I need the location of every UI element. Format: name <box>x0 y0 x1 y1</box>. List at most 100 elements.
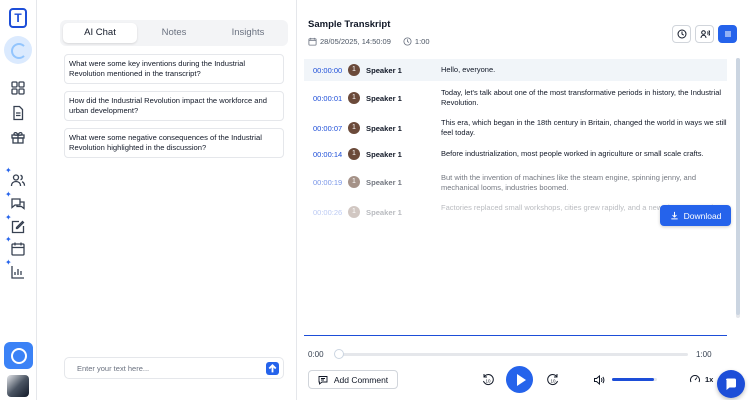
left-rail: T ✦ ✦ ✦ ✦ ✦ <box>0 0 37 400</box>
speaker-name[interactable]: Speaker 1 <box>366 94 402 103</box>
speaker-name[interactable]: Speaker 1 <box>366 66 402 75</box>
suggested-question[interactable]: How did the Industrial Revolution impact… <box>64 91 284 121</box>
sparkle-icon: ✦ <box>5 166 12 175</box>
svg-text:10: 10 <box>551 379 557 384</box>
timestamp[interactable]: 00:00:19 <box>313 178 342 187</box>
add-comment-button[interactable]: Add Comment <box>308 370 398 389</box>
panel-tabs: AI Chat Notes Insights <box>60 20 288 46</box>
seek-bar[interactable] <box>336 353 688 356</box>
suggested-question[interactable]: What were some key inventions during the… <box>64 54 284 84</box>
speaker-badge: 1 <box>348 206 360 218</box>
volume-icon[interactable] <box>593 374 605 386</box>
play-button[interactable] <box>506 366 533 393</box>
add-comment-label: Add Comment <box>333 374 389 385</box>
timestamp[interactable]: 00:00:14 <box>313 150 342 159</box>
seek-handle[interactable] <box>334 349 344 359</box>
support-chat-button[interactable] <box>717 370 745 398</box>
speaker-badge: 1 <box>348 92 360 104</box>
speaker-badge: 1 <box>348 122 360 134</box>
gift-icon[interactable] <box>10 129 26 145</box>
download-button[interactable]: Download <box>660 205 731 226</box>
player-divider <box>304 335 727 336</box>
sparkle-icon: ✦ <box>5 235 12 244</box>
speaker-badge: 1 <box>348 148 360 160</box>
speaker-voice-icon <box>700 30 710 39</box>
speaker-badge: 1 <box>348 64 360 76</box>
forward-10-button[interactable]: 10 <box>546 372 560 386</box>
suggested-questions: What were some key inventions during the… <box>60 54 288 158</box>
transcript-row[interactable]: 00:00:00 1 Speaker 1 Hello, everyone. <box>304 59 727 81</box>
loading-ring-icon[interactable] <box>4 36 32 64</box>
volume-level <box>612 378 654 381</box>
speaker-name[interactable]: Speaker 1 <box>366 150 402 159</box>
calendar-icon[interactable]: ✦ <box>5 236 26 257</box>
user-avatar[interactable] <box>7 375 29 397</box>
app-logo[interactable]: T <box>9 8 27 28</box>
transcript-scrollbar[interactable] <box>736 58 740 318</box>
timestamp[interactable]: 00:00:07 <box>313 124 342 133</box>
timestamp[interactable]: 00:00:26 <box>313 208 342 217</box>
tab-ai-chat[interactable]: AI Chat <box>63 23 137 43</box>
transcript-row[interactable]: 00:00:14 1 Speaker 1 Before industrializ… <box>304 146 727 166</box>
chat-bubbles-icon[interactable]: ✦ <box>5 191 26 212</box>
chat-input[interactable] <box>65 358 261 378</box>
tab-notes[interactable]: Notes <box>137 23 211 43</box>
document-icon[interactable] <box>10 105 26 121</box>
recording-duration: 1:00 <box>414 37 430 46</box>
sparkle-icon: ✦ <box>5 258 12 267</box>
transcript-text: Hello, everyone. <box>441 65 496 74</box>
comment-icon <box>318 375 328 385</box>
speaker-badge: 1 <box>348 176 360 188</box>
transcript-fade-overlay <box>304 238 727 335</box>
forward-10-icon: 10 <box>547 374 558 385</box>
timestamp[interactable]: 00:00:01 <box>313 94 342 103</box>
download-label: Download <box>683 210 722 221</box>
record-icon <box>10 347 27 364</box>
panel-divider <box>296 0 297 400</box>
calendar-small-icon <box>308 37 317 46</box>
transcript-text: This era, which began in the 18th centur… <box>441 118 727 137</box>
history-button[interactable] <box>672 25 691 43</box>
transcript-row[interactable]: 00:00:07 1 Speaker 1 This era, which beg… <box>304 116 727 142</box>
app-root: T ✦ ✦ ✦ ✦ ✦ AI Chat Notes Insights What … <box>0 0 749 400</box>
speaker-name[interactable]: Speaker 1 <box>366 124 402 133</box>
chat-bubble-icon <box>726 378 736 390</box>
tab-insights[interactable]: Insights <box>211 23 285 43</box>
scrollbar-thumb[interactable] <box>736 58 740 315</box>
current-time: 0:00 <box>308 350 324 359</box>
transcript-text: But with the invention of machines like … <box>441 173 697 192</box>
record-button[interactable] <box>4 342 33 369</box>
page-title: Sample Transkript <box>308 19 391 30</box>
svg-text:10: 10 <box>486 379 492 384</box>
volume-slider[interactable] <box>612 378 657 381</box>
speed-icon[interactable] <box>689 373 701 385</box>
clock-small-icon <box>403 37 412 46</box>
assistant-panel: AI Chat Notes Insights What were some ke… <box>60 20 288 158</box>
chat-input-box <box>64 357 284 379</box>
rewind-10-button[interactable]: 10 <box>481 372 495 386</box>
transcript-view-button[interactable] <box>718 25 737 43</box>
recording-date: 28/05/2025, 14:50:09 <box>320 37 391 46</box>
timestamp[interactable]: 00:00:00 <box>313 66 342 75</box>
speaker-name[interactable]: Speaker 1 <box>366 208 402 217</box>
send-button[interactable] <box>266 362 279 375</box>
sparkle-icon: ✦ <box>5 213 12 222</box>
transcript-row[interactable]: 00:00:19 1 Speaker 1 But with the invent… <box>304 171 727 197</box>
rewind-10-icon: 10 <box>483 374 494 385</box>
speaker-button[interactable] <box>695 25 714 43</box>
transcript-text: Today, let's talk about one of the most … <box>441 88 722 107</box>
transcript-row[interactable]: 00:00:01 1 Speaker 1 Today, let's talk a… <box>304 86 727 112</box>
transcript-text: Before industrialization, most people wo… <box>441 149 704 158</box>
suggested-question[interactable]: What were some negative consequences of … <box>64 128 284 158</box>
users-icon[interactable]: ✦ <box>5 167 26 188</box>
total-time: 1:00 <box>696 350 712 359</box>
bar-chart-icon[interactable]: ✦ <box>5 259 26 280</box>
download-icon <box>670 211 678 220</box>
speaker-name[interactable]: Speaker 1 <box>366 178 402 187</box>
playback-speed[interactable]: 1x <box>705 375 713 384</box>
edit-note-icon[interactable]: ✦ <box>5 214 26 235</box>
sparkle-icon: ✦ <box>5 190 12 199</box>
dashboard-icon[interactable] <box>10 80 26 96</box>
recording-meta: 28/05/2025, 14:50:09 1:00 <box>308 37 430 46</box>
clock-icon <box>677 29 686 39</box>
